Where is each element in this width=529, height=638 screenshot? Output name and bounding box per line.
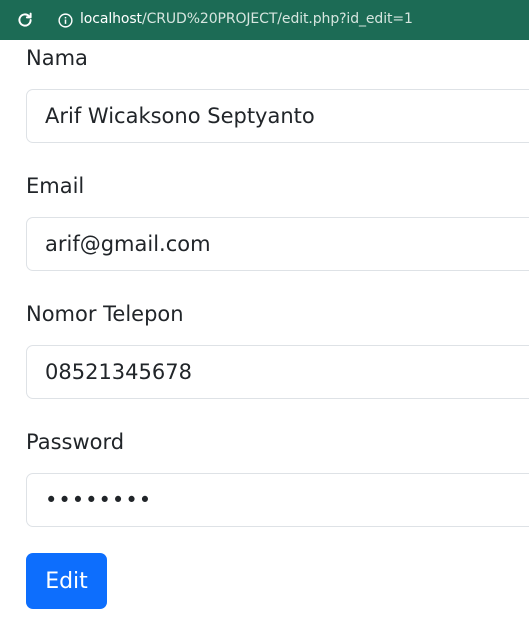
phone-label: Nomor Telepon: [26, 302, 184, 326]
email-label: Email: [26, 174, 85, 198]
nama-value: Arif Wicaksono Septyanto: [45, 104, 315, 128]
email-input[interactable]: arif@gmail.com: [26, 217, 529, 271]
address-bar[interactable]: localhost/CRUD%20PROJECT/edit.php?id_edi…: [80, 9, 413, 29]
edit-button[interactable]: Edit: [26, 553, 107, 609]
email-value: arif@gmail.com: [45, 232, 211, 256]
nama-input[interactable]: Arif Wicaksono Septyanto: [26, 89, 529, 143]
nama-label: Nama: [26, 46, 88, 70]
password-value: ••••••••: [45, 488, 153, 512]
password-label: Password: [26, 430, 125, 454]
browser-toolbar: localhost/CRUD%20PROJECT/edit.php?id_edi…: [0, 0, 529, 40]
reload-icon[interactable]: [13, 8, 37, 32]
url-path: /CRUD%20PROJECT/edit.php?id_edit=1: [141, 11, 413, 27]
password-input[interactable]: ••••••••: [26, 473, 529, 527]
info-icon[interactable]: [56, 11, 74, 29]
phone-input[interactable]: 08521345678: [26, 345, 529, 399]
url-host: localhost: [80, 11, 142, 27]
phone-value: 08521345678: [45, 360, 192, 384]
